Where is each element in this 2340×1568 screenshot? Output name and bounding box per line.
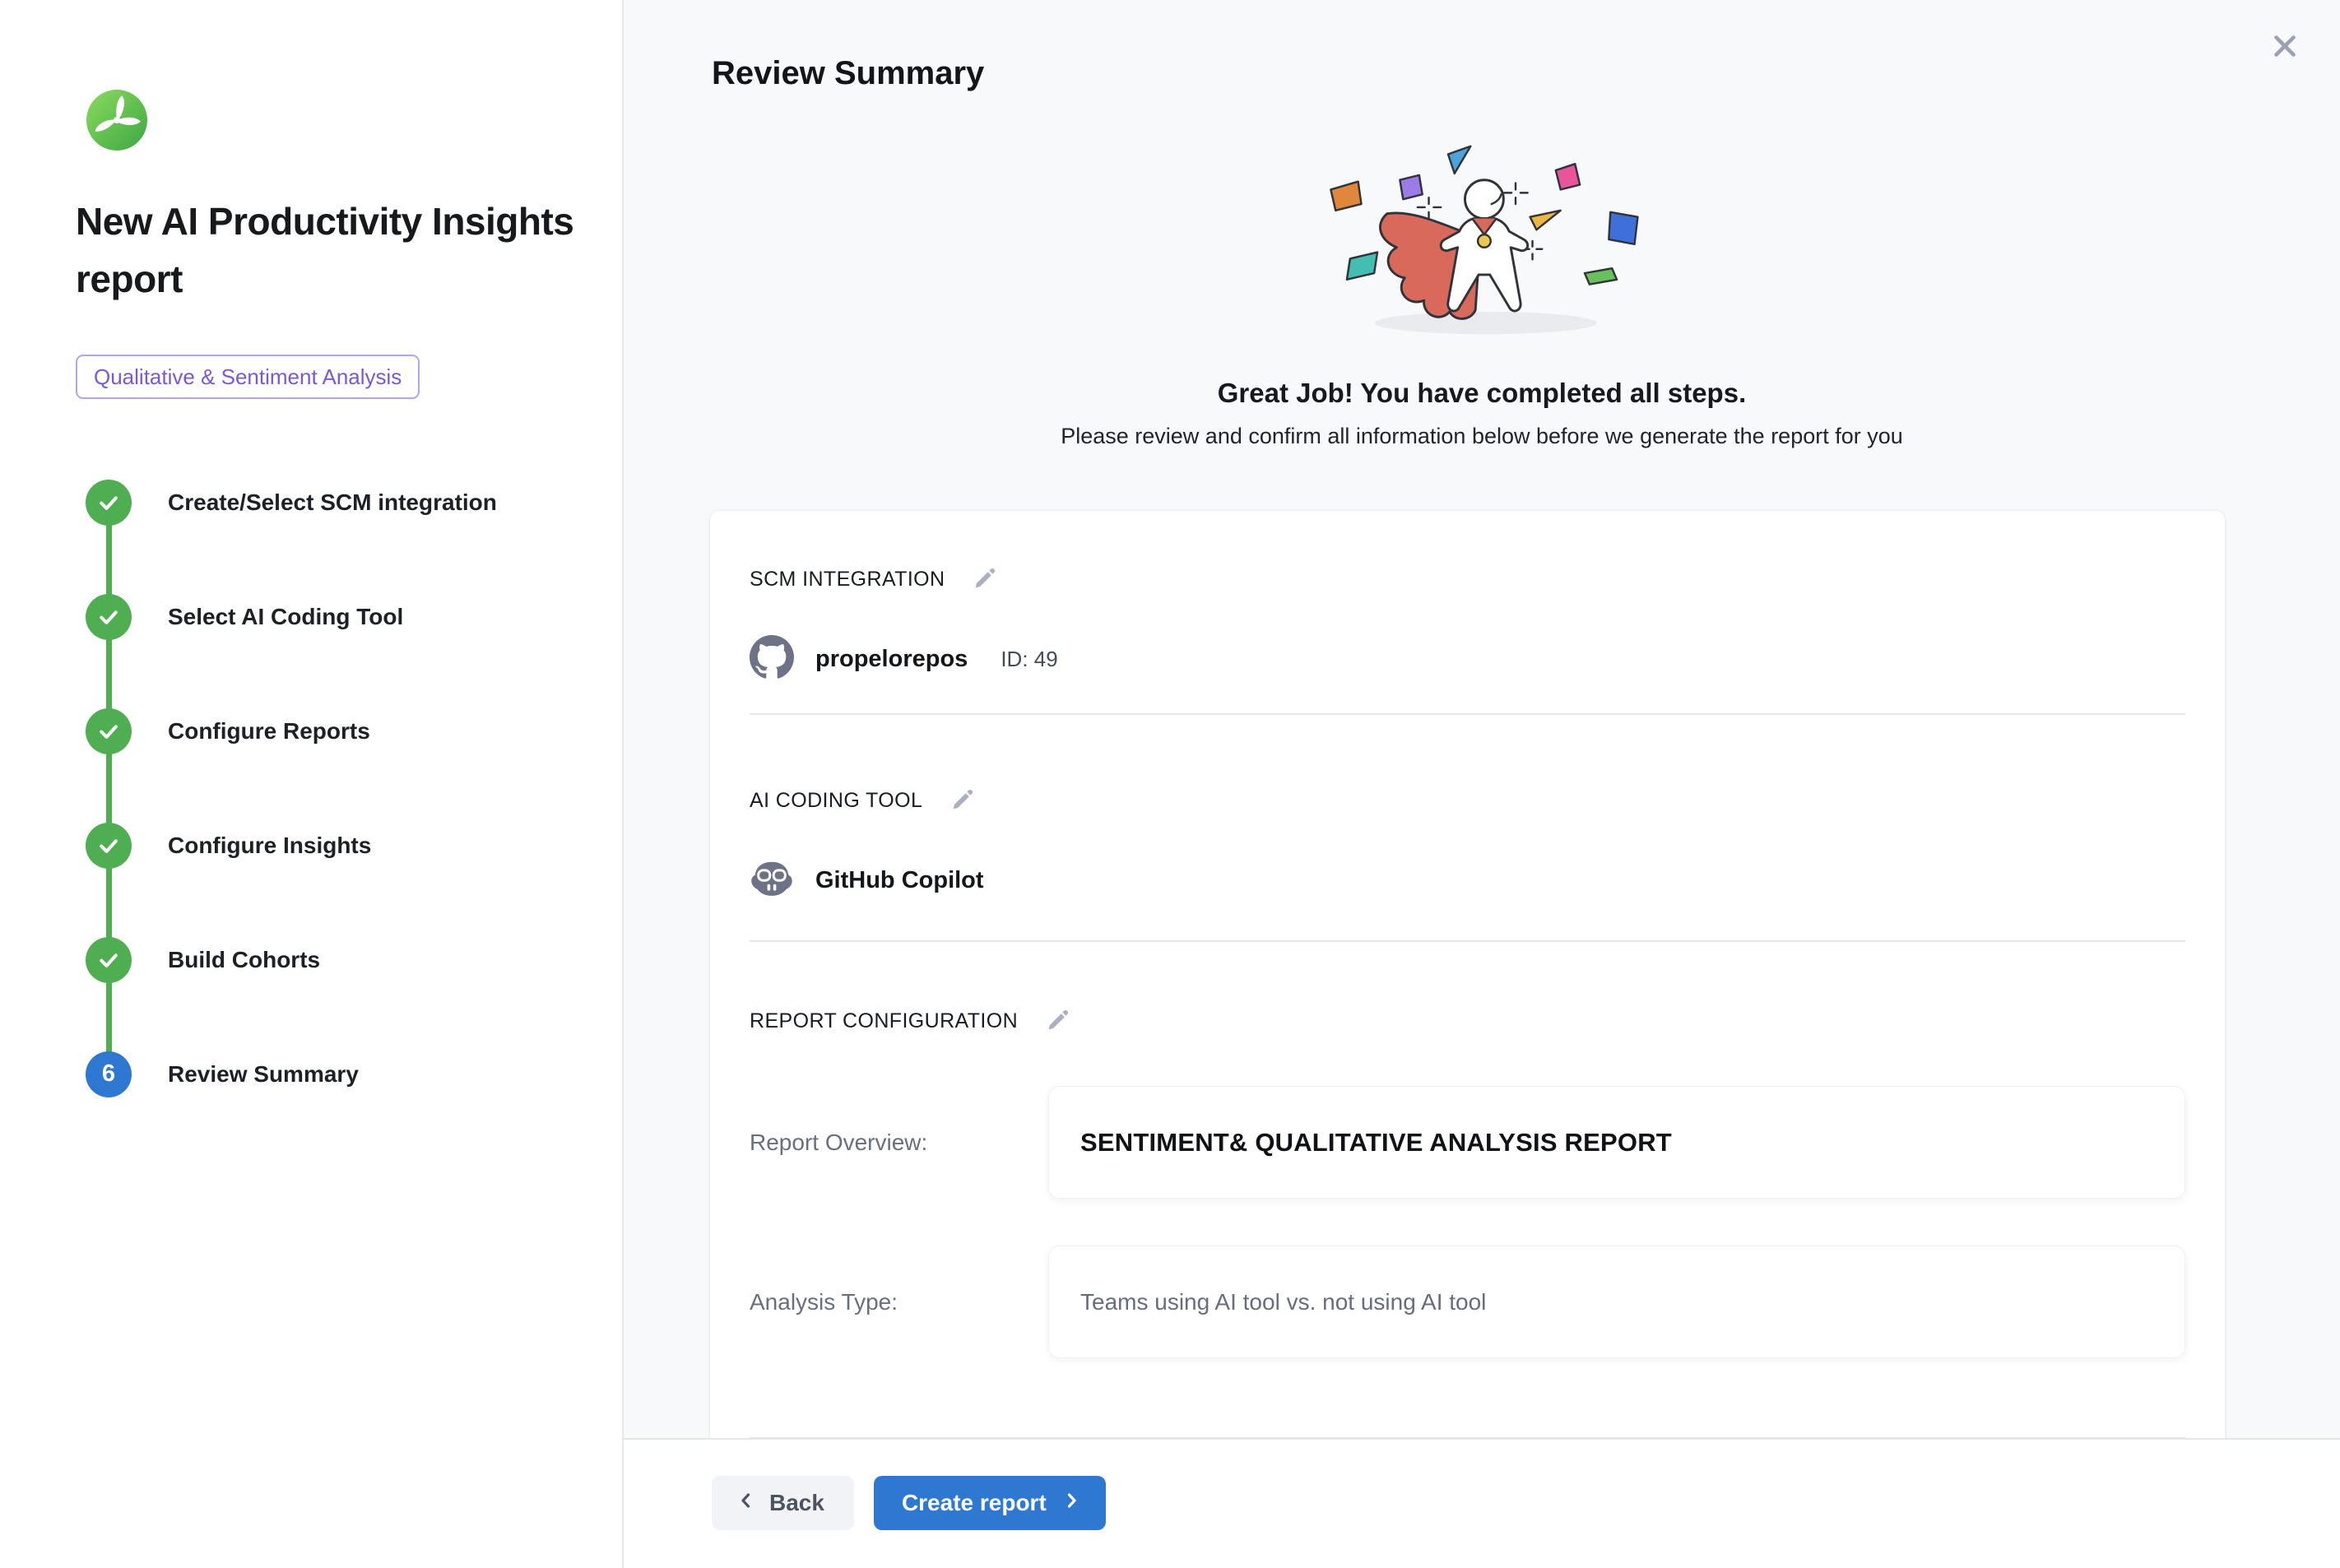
summary-card: SCM INTEGRATION propelorepos ID: 49 AI C… [709,510,2226,1438]
propeller-logo-icon [86,89,148,151]
scm-integration-id: ID: 49 [1001,647,1057,672]
step-label: Configure Insights [168,833,371,859]
congrats-heading: Great Job! You have completed all steps. [624,378,2340,409]
congrats-subheading: Please review and confirm all informatio… [624,424,2340,449]
chevron-right-icon [1061,1490,1081,1516]
analysis-type-value: Teams using AI tool vs. not using AI too… [1048,1246,2185,1358]
step-complete-check-icon [86,594,132,640]
report-configuration-section-header: REPORT CONFIGURATION [750,1005,2185,1037]
step-review-summary[interactable]: 6 Review Summary [86,1051,589,1097]
create-report-button[interactable]: Create report [874,1476,1106,1530]
step-build-cohorts[interactable]: Build Cohorts [86,937,589,983]
ai-coding-tool-name: GitHub Copilot [815,867,984,894]
ai-coding-tool-section-header: AI CODING TOOL [750,785,2185,816]
report-title: New AI Productivity Insights report [76,193,589,308]
github-octocat-icon [750,635,794,684]
close-button[interactable] [2266,28,2304,66]
edit-report-configuration-button[interactable] [1042,1005,1074,1037]
report-overview-value: SENTIMENT& QUALITATIVE ANALYSIS REPORT [1048,1086,2185,1199]
section-divider [750,713,2185,715]
wizard-stepper: Create/Select SCM integration Select AI … [86,480,589,1097]
scm-integration-label: SCM INTEGRATION [750,568,945,591]
step-complete-check-icon [86,480,132,526]
step-label: Build Cohorts [168,947,320,973]
step-label: Review Summary [168,1061,359,1088]
step-number-badge: 6 [86,1051,132,1097]
report-overview-row: Report Overview: SENTIMENT& QUALITATIVE … [750,1086,2185,1199]
step-configure-reports[interactable]: Configure Reports [86,708,589,754]
wizard-sidebar: New AI Productivity Insights report Qual… [0,0,624,1568]
analysis-type-badge: Qualitative & Sentiment Analysis [76,355,420,399]
section-divider [750,1437,2185,1438]
pencil-icon [971,582,999,595]
ai-coding-tool-label: AI CODING TOOL [750,789,922,813]
step-complete-check-icon [86,708,132,754]
back-button-label: Back [769,1490,824,1516]
main-panel: Review Summary [624,0,2340,1568]
ai-coding-tool-row: GitHub Copilot [750,854,2185,907]
report-configuration-label: REPORT CONFIGURATION [750,1009,1018,1033]
wizard-footer: Back Create report [624,1438,2340,1568]
pencil-icon [949,804,977,816]
step-number: 6 [102,1060,115,1088]
celebration-illustration [624,137,2340,346]
report-overview-label: Report Overview: [750,1130,1048,1156]
pencil-icon [1044,1024,1072,1037]
review-summary-scroll-area[interactable]: Review Summary [624,0,2340,1438]
scm-integration-section-header: SCM INTEGRATION [750,564,2185,595]
step-complete-check-icon [86,937,132,983]
analysis-type-label: Analysis Type: [750,1289,1048,1315]
scm-integration-row: propelorepos ID: 49 [750,633,2185,685]
step-label: Select AI Coding Tool [168,604,403,630]
step-configure-insights[interactable]: Configure Insights [86,823,589,869]
chevron-left-icon [736,1490,756,1516]
back-button[interactable]: Back [712,1476,854,1530]
scm-integration-name: propelorepos [815,646,968,673]
step-label: Create/Select SCM integration [168,489,497,516]
section-divider [750,940,2185,942]
superhero-confetti-illustration [1288,137,1675,342]
edit-scm-integration-button[interactable] [969,564,1001,595]
edit-ai-coding-tool-button[interactable] [947,785,978,816]
github-copilot-icon [750,856,794,905]
step-label: Configure Reports [168,718,370,745]
create-report-button-label: Create report [902,1490,1047,1516]
step-complete-check-icon [86,823,132,869]
page-title: Review Summary [712,55,2340,92]
step-select-ai-coding-tool[interactable]: Select AI Coding Tool [86,594,589,640]
analysis-type-row: Analysis Type: Teams using AI tool vs. n… [750,1246,2185,1358]
step-create-select-scm-integration[interactable]: Create/Select SCM integration [86,480,589,526]
close-icon [2268,29,2302,66]
